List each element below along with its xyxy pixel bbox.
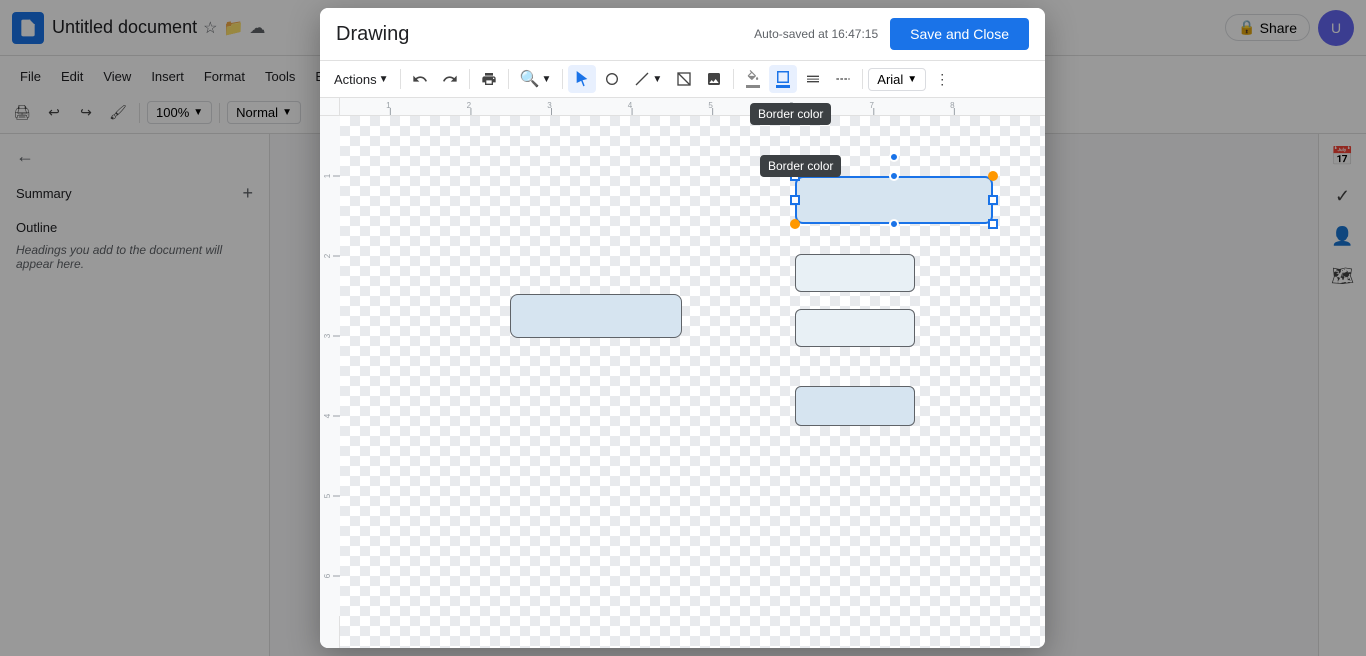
font-selector[interactable]: Arial ▼ [868,68,926,91]
line-tool[interactable]: ▼ [628,67,668,91]
autosave-text: Auto-saved at 16:47:15 [754,27,878,41]
svg-text:4: 4 [323,413,332,418]
svg-text:1: 1 [386,101,391,110]
shapes-tool[interactable] [598,65,626,93]
main-canvas[interactable] [340,116,1045,648]
image-tool[interactable] [700,65,728,93]
svg-text:6: 6 [789,101,794,110]
dialog-header: Drawing Auto-saved at 16:47:15 Save and … [320,8,1045,61]
sep3 [508,69,509,89]
handle-bl[interactable] [790,219,800,229]
border-color-line [776,85,790,88]
handle-mr[interactable] [988,195,998,205]
shape-1-body [795,176,993,224]
transform-tool[interactable] [670,65,698,93]
zoom-dd-icon: ▼ [541,74,551,85]
sep5 [733,69,734,89]
svg-text:1: 1 [323,173,332,178]
font-name: Arial [877,72,903,87]
shape-3[interactable] [795,254,915,292]
drawing-dialog: Drawing Auto-saved at 16:47:15 Save and … [320,8,1045,648]
handle-tl[interactable] [790,171,800,181]
svg-text:2: 2 [323,253,332,258]
handle-tr[interactable] [988,171,998,181]
actions-dropdown-icon: ▼ [379,74,389,85]
dialog-toolbar: Actions ▼ 🔍 ▼ [320,61,1045,98]
shape-5[interactable] [795,386,915,426]
print-button-drawing[interactable] [475,65,503,93]
sep6 [862,69,863,89]
svg-text:5: 5 [323,493,332,498]
left-ruler-ticks: 1 2 3 4 5 6 [320,116,340,616]
more-options-button[interactable]: ⋮ [928,65,956,93]
save-close-button[interactable]: Save and Close [890,18,1029,50]
svg-text:2: 2 [467,101,472,110]
shape-1-selected[interactable] [795,176,993,224]
ruler-ticks: 1 2 3 4 5 6 7 8 [340,98,1045,116]
sep2 [469,69,470,89]
rotation-handle[interactable] [889,152,899,162]
svg-text:4: 4 [628,101,633,110]
select-tool[interactable] [568,65,596,93]
fill-color-line [746,85,760,88]
border-dash-button[interactable] [829,65,857,93]
sep1 [400,69,401,89]
svg-text:5: 5 [708,101,713,110]
sep4 [562,69,563,89]
svg-text:8: 8 [950,101,955,110]
zoom-dropdown[interactable]: 🔍 ▼ [514,65,558,93]
dialog-canvas[interactable]: 1 2 3 4 5 6 [320,116,1045,648]
undo-button[interactable] [406,65,434,93]
ruler: 1 2 3 4 5 6 7 8 [320,98,1045,116]
border-color-button[interactable] [769,65,797,93]
dialog-title: Drawing [336,23,409,46]
border-color-swatch [776,70,790,88]
svg-text:6: 6 [323,573,332,578]
svg-text:7: 7 [870,101,875,110]
font-dd-icon: ▼ [907,74,917,85]
ruler-main: 1 2 3 4 5 6 7 8 [340,98,1045,116]
shape-4[interactable] [795,309,915,347]
handle-tc[interactable] [889,171,899,181]
fill-color-button[interactable] [739,65,767,93]
handle-ml[interactable] [790,195,800,205]
border-weight-button[interactable] [799,65,827,93]
line-dd-icon: ▼ [652,74,662,85]
dialog-header-right: Auto-saved at 16:47:15 Save and Close [754,18,1029,50]
redo-button[interactable] [436,65,464,93]
actions-dropdown[interactable]: Actions ▼ [328,68,395,91]
fill-color-swatch [746,70,760,88]
actions-label: Actions [334,72,377,87]
shape-2[interactable] [510,294,682,338]
svg-text:3: 3 [547,101,552,110]
handle-br[interactable] [988,219,998,229]
ruler-corner [320,98,340,116]
canvas-left-ruler: 1 2 3 4 5 6 [320,116,340,648]
handle-bc[interactable] [889,219,899,229]
svg-text:3: 3 [323,333,332,338]
